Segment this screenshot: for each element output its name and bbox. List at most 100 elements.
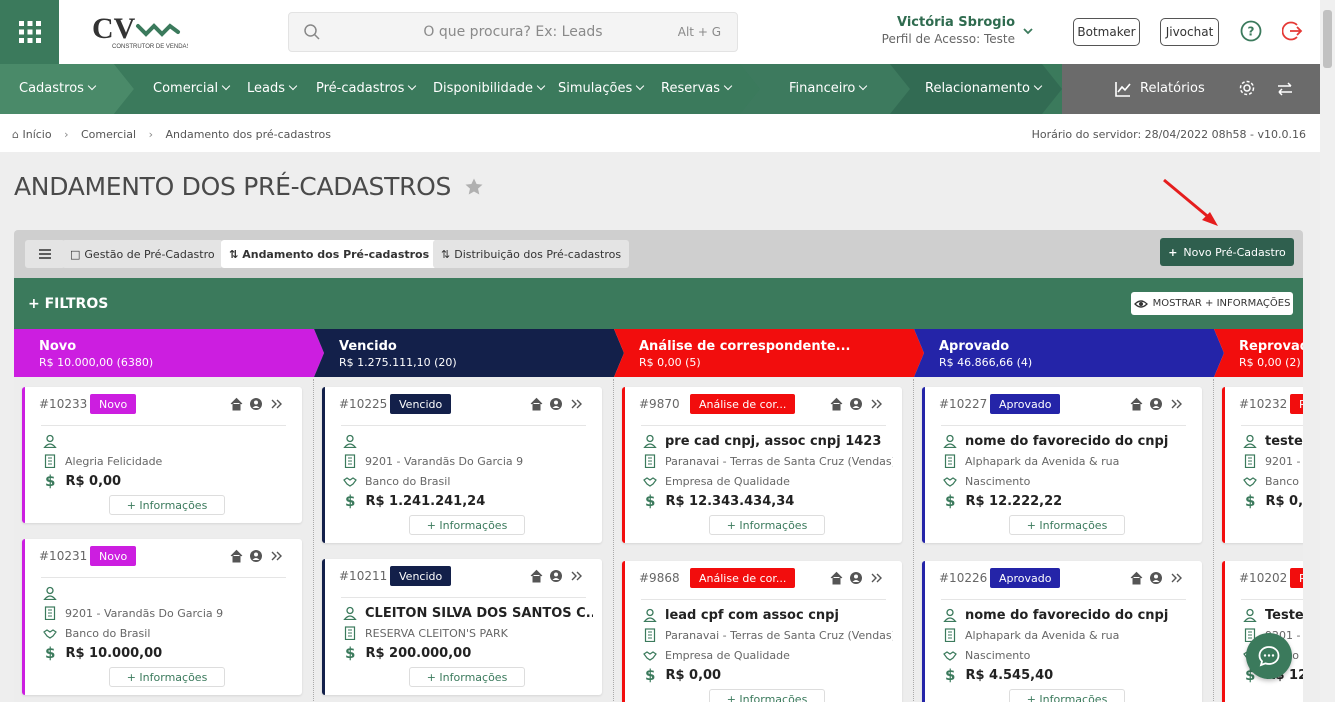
double-chevron-icon: [871, 399, 882, 409]
home-icon: [1130, 571, 1143, 585]
jivochat-button[interactable]: Jivochat: [1160, 18, 1219, 46]
card-bank: Banco do Brasil: [43, 625, 293, 641]
card-actions: [530, 569, 582, 583]
new-pre-cadastro-button[interactable]: + Novo Pré-Cadastro: [1160, 238, 1294, 266]
tab-distribuicao[interactable]: ⇅ Distribuição dos Pré-cadastros: [433, 240, 630, 268]
breadcrumb-home[interactable]: Início: [22, 128, 51, 141]
card-value: $R$ 0,00: [1245, 493, 1303, 509]
status-badge: Reprovado: [1290, 568, 1303, 588]
column-header: Aprovado R$ 46.866,66 (4): [914, 329, 1224, 377]
nav-leads[interactable]: Leads: [247, 81, 298, 96]
plus-icon: +: [28, 296, 45, 312]
card-id[interactable]: #10202: [1239, 571, 1287, 585]
botmaker-button[interactable]: Botmaker: [1073, 18, 1140, 46]
dollar-icon: $: [945, 667, 956, 683]
user-icon: [343, 434, 357, 448]
card-enterprise: Alphapark da Avenida & rua: [943, 627, 1193, 643]
status-badge: Análise de cor...: [690, 394, 796, 414]
more-info-button[interactable]: + Informações: [409, 515, 525, 535]
card-lead-name: [343, 433, 593, 449]
logout-icon[interactable]: [1282, 20, 1304, 42]
sort-icon: ⇅: [229, 247, 239, 261]
pre-cadastro-card[interactable]: #10211 Vencido CLEITON SILVA DOS SANTOS C…: [322, 559, 602, 695]
menu-toggle-button[interactable]: [25, 240, 65, 268]
pre-cadastro-card[interactable]: #10227 Aprovado nome do favorecido do cnp…: [922, 387, 1202, 543]
building-icon: [344, 626, 356, 640]
card-actions: [830, 397, 882, 411]
plus-icon: +: [1168, 245, 1178, 259]
card-lead-name: CLEITON SILVA DOS SANTOS C...: [343, 605, 593, 621]
eye-icon: [1133, 299, 1148, 308]
card-id[interactable]: #10232: [1239, 397, 1287, 411]
help-icon[interactable]: ?: [1240, 20, 1262, 42]
filters-bar[interactable]: + FILTROS MOSTRAR + INFORMAÇÕES: [14, 278, 1303, 329]
pre-cadastro-card[interactable]: #10232Reprovado teste 9201 - Varandãs Do …: [1222, 387, 1303, 543]
page-scrollbar[interactable]: [1320, 0, 1335, 702]
building-icon: [644, 454, 656, 468]
card-id[interactable]: #10231: [39, 549, 87, 563]
svg-text:CV: CV: [92, 12, 136, 45]
gear-icon[interactable]: [1238, 79, 1256, 97]
tab-andamento[interactable]: ⇅ Andamento dos Pré-cadastros: [221, 240, 438, 268]
status-badge: Análise de cor...: [690, 568, 796, 588]
chevron-down-icon[interactable]: [1022, 26, 1034, 36]
tab-gestao[interactable]: □ Gestão de Pré-Cadastro: [62, 240, 223, 268]
card-enterprise: Paranavai - Terras de Santa Cruz (Vendas…: [643, 453, 893, 469]
card-bank: Nascimento: [943, 473, 1193, 489]
card-id[interactable]: #10233: [39, 397, 87, 411]
breadcrumb-current: Andamento dos pré-cadastros: [165, 128, 331, 141]
company-logo[interactable]: CV CONSTRUTOR DE VENDAS: [92, 10, 188, 52]
nav-relacionamento[interactable]: Relacionamento: [925, 81, 1043, 96]
card-id[interactable]: #10227: [939, 397, 987, 411]
show-more-info-button[interactable]: MOSTRAR + INFORMAÇÕES: [1131, 292, 1293, 315]
card-id[interactable]: #9868: [639, 571, 680, 585]
pre-cadastro-card[interactable]: #9870 Análise de cor... pre cad cnpj, ass…: [622, 387, 902, 543]
pre-cadastro-card[interactable]: #10225 Vencido 9201 - Varandãs Do Garcia …: [322, 387, 602, 543]
tabs-bar: □ Gestão de Pré-Cadastro ⇅ Andamento dos P…: [14, 230, 1303, 278]
card-id[interactable]: #10226: [939, 571, 987, 585]
favorite-star-icon[interactable]: [464, 177, 484, 197]
nav-pre-cadastros[interactable]: Pré-cadastros: [316, 81, 417, 96]
column-header: Reprovado R$ 0,00 (2): [1214, 329, 1303, 377]
pre-cadastro-card[interactable]: #10202Reprovado Teste9201 - Varandãs Do …: [1222, 561, 1303, 702]
card-actions: [530, 397, 582, 411]
chat-button[interactable]: [1246, 633, 1292, 679]
pre-cadastro-card[interactable]: #10231 Novo 9201 - Varandãs Do Garcia 9 Ba…: [22, 539, 302, 695]
pre-cadastro-card[interactable]: #10226 Aprovado nome do favorecido do cnp…: [922, 561, 1202, 702]
more-info-button[interactable]: + Informações: [709, 515, 825, 535]
column-title: Novo: [39, 339, 77, 354]
nav-disponibilidade[interactable]: Disponibilidade: [433, 81, 546, 96]
pre-cadastro-card[interactable]: #10233 Novo Alegria Felicidade $ R$ 0,00 + I…: [22, 387, 302, 523]
nav-financeiro[interactable]: Financeiro: [789, 81, 868, 96]
user-circle-icon: [250, 550, 262, 562]
nav-cadastros[interactable]: Cadastros: [19, 81, 97, 96]
nav-simulacoes[interactable]: Simulações: [558, 81, 645, 96]
more-info-button[interactable]: + Informações: [109, 495, 225, 515]
more-info-button[interactable]: + Informações: [709, 689, 825, 702]
building-icon: [944, 454, 956, 468]
card-id[interactable]: #10225: [339, 397, 387, 411]
card-id[interactable]: #9870: [639, 397, 680, 411]
card-actions: [1130, 397, 1182, 411]
pre-cadastro-card[interactable]: #9868 Análise de cor... lead cpf com asso…: [622, 561, 902, 702]
nav-relatorios[interactable]: Relatórios: [1140, 81, 1205, 96]
more-info-button[interactable]: + Informações: [1009, 515, 1125, 535]
nav-reservas[interactable]: Reservas: [661, 81, 733, 96]
more-info-button[interactable]: + Informações: [1009, 689, 1125, 702]
dollar-icon: $: [345, 645, 356, 661]
building-icon: [1244, 454, 1256, 468]
global-search[interactable]: O que procura? Ex: Leads Alt + G: [288, 12, 738, 52]
svg-text:?: ?: [1248, 25, 1255, 39]
handshake-icon: [643, 477, 657, 487]
nav-comercial[interactable]: Comercial: [153, 81, 231, 96]
card-bank: Nascimento: [943, 647, 1193, 663]
breadcrumb-comercial[interactable]: Comercial: [81, 128, 136, 141]
more-info-button[interactable]: + Informações: [109, 667, 225, 687]
kanban-board: Novo R$ 10.000,00 (6380) Vencido R$ 1.275.1…: [14, 329, 1303, 702]
swap-icon[interactable]: [1276, 80, 1294, 98]
app-grid-button[interactable]: [0, 0, 59, 64]
double-chevron-icon: [571, 399, 582, 409]
more-info-button[interactable]: + Informações: [409, 667, 525, 687]
card-id[interactable]: #10211: [339, 569, 387, 583]
user-menu[interactable]: Victória Sbrogio Perfil de Acesso: Teste: [850, 15, 1015, 46]
